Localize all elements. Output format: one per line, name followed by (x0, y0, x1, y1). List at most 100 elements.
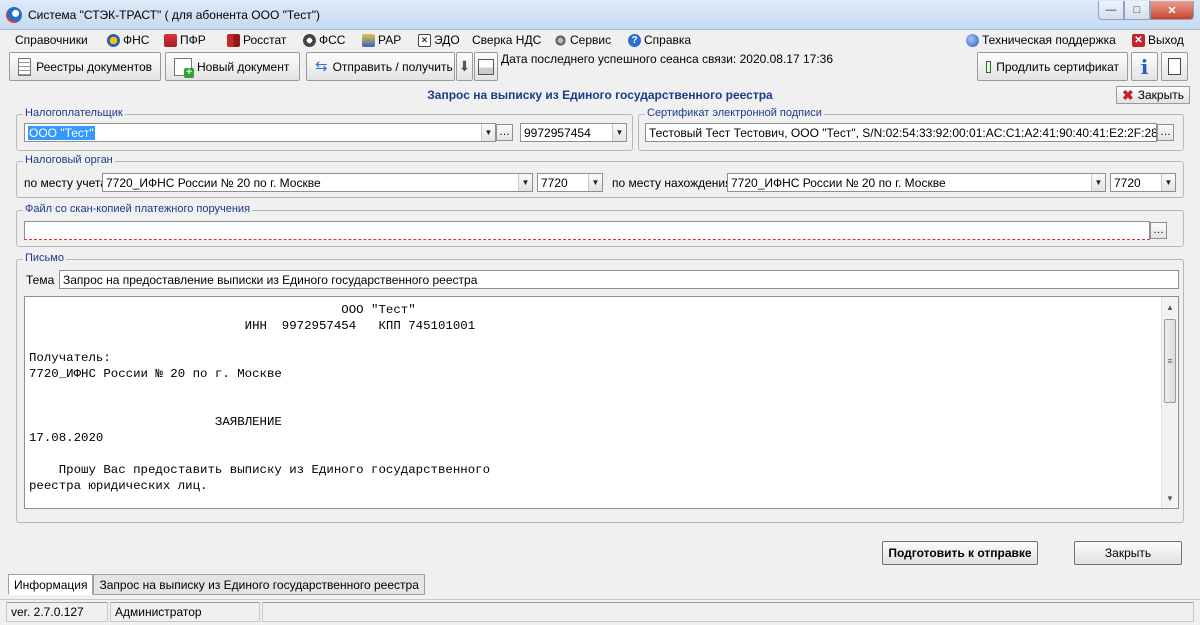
document-page-icon (1168, 58, 1181, 75)
close-document-button[interactable]: ✖ Закрыть (1116, 86, 1190, 104)
maximize-button[interactable]: □ (1124, 1, 1150, 20)
subject-value: Запрос на предоставление выписки из Един… (63, 273, 478, 287)
menu-rosstat[interactable]: Росстат (227, 33, 286, 47)
menu-directories[interactable]: Справочники (15, 33, 88, 47)
letter-body-textarea[interactable]: ООО "Тест" ИНН 9972957454 КПП 745101001 … (24, 296, 1179, 509)
scan-file-input[interactable] (24, 221, 1150, 240)
send-receive-arrows-icon: ⇆ (315, 57, 328, 75)
chevron-down-icon[interactable]: ▼ (612, 124, 626, 141)
tab-information[interactable]: Информация (8, 574, 94, 595)
close-window-button[interactable]: ✕ (1150, 1, 1194, 20)
registration-code-select[interactable]: 7720 ▼ (537, 173, 603, 192)
letter-body-text: ООО "Тест" ИНН 9972957454 КПП 745101001 … (29, 303, 491, 493)
registration-tax-office-value: 7720_ИФНС России № 20 по г. Москве (106, 176, 321, 190)
status-bar: ver. 2.7.0.127 Администратор (0, 599, 1200, 625)
menu-help[interactable]: ? Справка (628, 33, 691, 47)
location-code-value: 7720 (1114, 176, 1141, 190)
menu-pfr[interactable]: ПФР (164, 33, 206, 47)
location-tax-office-value: 7720_ИФНС России № 20 по г. Москве (731, 176, 946, 190)
menu-edo[interactable]: ✕ ЭДО (418, 33, 460, 47)
chevron-down-icon[interactable]: ▼ (518, 174, 532, 191)
by-registration-label: по месту учета (24, 176, 107, 190)
edo-icon: ✕ (418, 33, 431, 47)
send-receive-button[interactable]: ⇆ Отправить / получить (306, 52, 455, 81)
status-message-area (262, 602, 1194, 622)
help-icon: ? (628, 33, 641, 47)
rar-icon (362, 33, 375, 47)
down-arrow-icon: ⬇ (458, 58, 471, 74)
registries-button[interactable]: Реестры документов (9, 52, 161, 81)
menu-fss[interactable]: ФСС (303, 33, 345, 47)
taxpayer-name-value: ООО "Тест" (28, 126, 95, 140)
subject-label: Тема (26, 273, 55, 287)
close-button[interactable]: Закрыть (1074, 541, 1182, 565)
menu-service[interactable]: Сервис (554, 33, 611, 47)
tab-egr-request[interactable]: Запрос на выписку из Единого государстве… (93, 574, 425, 595)
subject-input[interactable]: Запрос на предоставление выписки из Един… (59, 270, 1179, 289)
download-button[interactable]: ⬇ (456, 52, 473, 81)
letter-legend: Письмо (23, 252, 66, 264)
title-bar: Система "СТЭК-ТРАСТ" ( для абонента ООО … (0, 0, 1200, 30)
version-label: ver. 2.7.0.127 (6, 602, 108, 622)
letter-scrollbar[interactable]: ▲ ≡ ▼ (1161, 297, 1178, 508)
toolbar: Реестры документов + Новый документ ⇆ От… (0, 50, 1200, 84)
last-session-info: Дата последнего успешного сеанса связи: … (501, 52, 834, 66)
certificate-field[interactable]: Тестовый Тест Тестович, ООО "Тест", S/N:… (645, 123, 1157, 142)
printer-icon (478, 58, 494, 75)
taxpayer-inn-select[interactable]: 9972957454 ▼ (520, 123, 627, 142)
print-button[interactable] (474, 52, 498, 81)
scan-file-browse-button[interactable]: … (1150, 222, 1167, 239)
certificate-browse-button[interactable]: … (1157, 124, 1174, 141)
certificate-legend: Сертификат электронной подписи (645, 107, 824, 119)
scroll-up-icon[interactable]: ▲ (1162, 299, 1178, 315)
app-logo-icon (6, 7, 22, 23)
fns-icon (107, 33, 120, 47)
location-code-select[interactable]: 7720 ▼ (1110, 173, 1176, 192)
menu-exit[interactable]: ✕ Выход (1132, 33, 1184, 47)
scroll-down-icon[interactable]: ▼ (1162, 490, 1178, 506)
fss-icon (303, 33, 316, 47)
window-title: Система "СТЭК-ТРАСТ" ( для абонента ООО … (28, 8, 320, 22)
menu-bar: Справочники ФНС ПФР Росстат ФСС РАР ✕ ЭД… (0, 30, 1200, 50)
new-document-icon: + (174, 57, 194, 78)
taxpayer-browse-button[interactable]: … (496, 124, 513, 141)
taxpayer-inn-value: 9972957454 (524, 126, 591, 140)
location-tax-office-select[interactable]: 7720_ИФНС России № 20 по г. Москве ▼ (727, 173, 1106, 192)
chevron-down-icon[interactable]: ▼ (1161, 174, 1175, 191)
chevron-down-icon[interactable]: ▼ (588, 174, 602, 191)
registration-code-value: 7720 (541, 176, 568, 190)
certificate-value: Тестовый Тест Тестович, ООО "Тест", S/N:… (649, 126, 1157, 140)
document-title: Запрос на выписку из Единого государстве… (427, 88, 773, 102)
scan-file-legend: Файл со скан-копией платежного поручения (23, 203, 253, 215)
info-button[interactable]: i (1131, 52, 1158, 81)
menu-rar[interactable]: РАР (362, 33, 401, 47)
scroll-thumb[interactable]: ≡ (1164, 319, 1176, 403)
rosstat-icon (227, 33, 240, 47)
document-view-button[interactable] (1161, 52, 1188, 81)
new-document-button[interactable]: + Новый документ (165, 52, 300, 81)
chevron-down-icon[interactable]: ▼ (1091, 174, 1105, 191)
gear-icon (554, 33, 567, 47)
certificate-icon (986, 60, 992, 73)
close-icon: ✖ (1122, 87, 1134, 103)
taxpayer-legend: Налогоплательщик (23, 107, 125, 119)
registry-list-icon (18, 57, 32, 76)
user-label: Администратор (110, 602, 260, 622)
registration-tax-office-select[interactable]: 7720_ИФНС России № 20 по г. Москве ▼ (102, 173, 533, 192)
by-location-label: по месту нахождения (612, 176, 732, 190)
chevron-down-icon[interactable]: ▼ (481, 124, 495, 141)
menu-tech-support[interactable]: Техническая поддержка (966, 33, 1116, 47)
menu-label: Справочники (15, 33, 88, 47)
taxpayer-name-select[interactable]: ООО "Тест" ▼ (24, 123, 496, 142)
minimize-button[interactable]: — (1098, 1, 1124, 20)
support-globe-icon (966, 33, 979, 47)
menu-vat-reconciliation[interactable]: Сверка НДС (472, 33, 541, 47)
prepare-to-send-button[interactable]: Подготовить к отправке (882, 541, 1038, 565)
tax-office-legend: Налоговый орган (23, 154, 115, 166)
info-icon: i (1140, 54, 1149, 79)
window-controls: — □ ✕ (1098, 1, 1194, 20)
exit-icon: ✕ (1132, 33, 1145, 47)
renew-certificate-button[interactable]: Продлить сертификат (977, 52, 1128, 81)
menu-fns[interactable]: ФНС (107, 33, 149, 47)
document-tabs: Информация Запрос на выписку из Единого … (8, 574, 425, 596)
